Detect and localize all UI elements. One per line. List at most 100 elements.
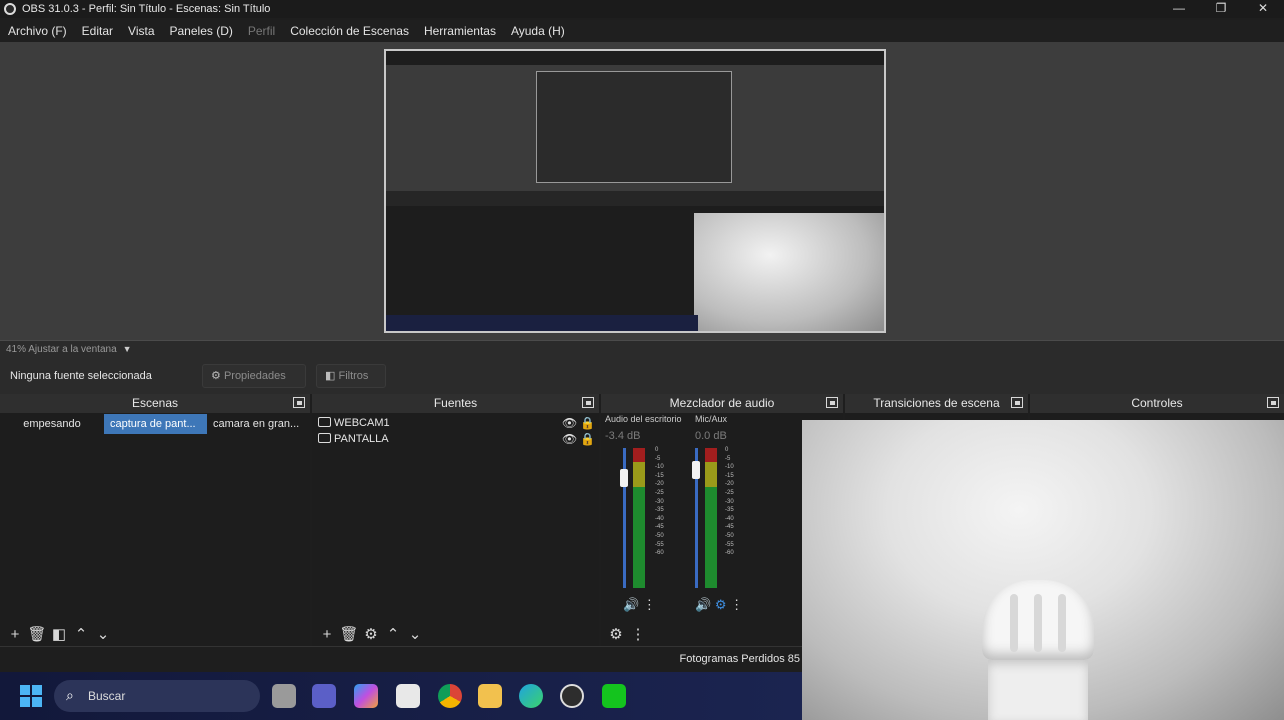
windows-taskbar: ⌕ Buscar: [0, 672, 802, 720]
taskbar-search[interactable]: ⌕ Buscar: [54, 680, 260, 712]
meter-scale-tick: -45: [725, 524, 734, 531]
obs-logo-icon: [4, 3, 16, 15]
more-options-icon[interactable]: ⋮: [643, 597, 656, 612]
controls-dock-header: Controles: [1030, 394, 1284, 413]
filters-label: Filtros: [338, 370, 369, 382]
teams-icon[interactable]: [312, 684, 336, 708]
scene-filters-icon[interactable]: ◧: [48, 625, 70, 643]
meter-scale-tick: -30: [655, 498, 664, 505]
meter-scale-tick: -35: [655, 507, 664, 514]
source-item[interactable]: PANTALLA 👁 🔒: [312, 431, 599, 447]
meter-scale-tick: -25: [725, 489, 734, 496]
restore-button[interactable]: ❐: [1200, 0, 1242, 18]
undock-icon[interactable]: [582, 397, 594, 408]
scene-item[interactable]: empesando: [0, 414, 104, 434]
fader-handle[interactable]: [692, 460, 700, 479]
menu-editar[interactable]: Editar: [82, 24, 113, 38]
move-up-icon[interactable]: ⌃: [382, 625, 404, 643]
microsoft-store-icon[interactable]: [396, 684, 420, 708]
properties-button[interactable]: ⚙ Propiedades: [202, 364, 306, 388]
recursive-preview-menu: [386, 51, 884, 65]
undock-icon[interactable]: [826, 397, 838, 408]
chevron-down-icon[interactable]: ▼: [123, 344, 132, 354]
undock-icon[interactable]: [1267, 397, 1279, 408]
menu-perfil[interactable]: Perfil: [248, 24, 275, 38]
menu-paneles[interactable]: Paneles (D): [170, 24, 233, 38]
camera-icon: [318, 417, 331, 427]
gear-icon[interactable]: ⚙: [715, 597, 727, 612]
mixer-channel-desktop: Audio del escritorio -3.4 dB: [605, 414, 682, 442]
meter-scale-tick: -25: [655, 489, 664, 496]
lock-icon[interactable]: 🔒: [580, 415, 595, 431]
trash-icon[interactable]: 🗑: [338, 625, 360, 643]
zoom-label: 41% Ajustar a la ventana: [6, 344, 117, 355]
meter-scale-tick: -20: [655, 481, 664, 488]
meter-scale-tick: 0: [725, 447, 729, 453]
fader-handle[interactable]: [620, 469, 628, 488]
menu-bar: Archivo (F) Editar Vista Paneles (D) Per…: [0, 20, 1284, 42]
kick-app-icon[interactable]: [602, 684, 626, 708]
scene-item-active[interactable]: captura de pant...: [104, 414, 207, 434]
move-down-icon[interactable]: ⌄: [404, 625, 426, 643]
more-options-icon[interactable]: ⋮: [627, 625, 649, 643]
sources-dock: Fuentes WEBCAM1 👁 🔒 PANTALLA 👁 🔒 + 🗑 ⚙ ⌃…: [312, 394, 599, 646]
undock-icon[interactable]: [1011, 397, 1023, 408]
preview-canvas[interactable]: [384, 49, 886, 333]
scenes-title: Escenas: [131, 396, 179, 410]
task-view-icon[interactable]: [272, 684, 296, 708]
audio-meter-mic: [705, 448, 717, 588]
webcam-overlay: [802, 420, 1284, 720]
advanced-audio-icon[interactable]: ⚙: [605, 625, 627, 643]
edge-icon[interactable]: [519, 684, 543, 708]
add-source-icon[interactable]: +: [316, 626, 338, 643]
meter-scale-tick: -30: [725, 498, 734, 505]
speaker-icon[interactable]: 🔊: [623, 597, 639, 612]
lock-icon[interactable]: 🔒: [580, 431, 595, 447]
filters-button[interactable]: ◧ Filtros: [316, 364, 386, 388]
channel-name: Audio del escritorio: [605, 414, 682, 424]
chair-image: [982, 580, 1094, 720]
mixer-title: Mezclador de audio: [669, 396, 775, 410]
scene-item[interactable]: camara en gran...: [207, 414, 310, 434]
move-down-icon[interactable]: ⌄: [92, 625, 114, 643]
close-button[interactable]: ✕: [1242, 0, 1284, 18]
source-item[interactable]: WEBCAM1 👁 🔒: [312, 415, 599, 431]
mixer-dock-header: Mezclador de audio: [601, 394, 843, 413]
gear-icon[interactable]: ⚙: [360, 625, 382, 643]
transitions-title: Transiciones de escena: [873, 396, 1000, 410]
mixer-channel-mic: Mic/Aux 0.0 dB: [695, 414, 727, 442]
scenes-dock: Escenas empesando captura de pant... cam…: [0, 394, 310, 646]
move-up-icon[interactable]: ⌃: [70, 625, 92, 643]
meter-scale-tick: -20: [725, 481, 734, 488]
speaker-icon[interactable]: 🔊: [695, 597, 711, 612]
meter-scale-tick: -10: [655, 464, 664, 471]
zoom-indicator[interactable]: 41% Ajustar a la ventana ▼: [0, 340, 1284, 358]
menu-coleccion-escenas[interactable]: Colección de Escenas: [290, 24, 409, 38]
add-scene-icon[interactable]: +: [4, 626, 26, 643]
menu-herramientas[interactable]: Herramientas: [424, 24, 496, 38]
meter-scale-tick: -45: [655, 524, 664, 531]
scenes-dock-header: Escenas: [0, 394, 310, 413]
undock-icon[interactable]: [293, 397, 305, 408]
menu-archivo[interactable]: Archivo (F): [8, 24, 67, 38]
mixer-controls-mic: 🔊 ⚙ ⋮: [695, 597, 743, 613]
minimize-button[interactable]: —: [1158, 0, 1200, 18]
meter-scale-tick: -50: [655, 532, 664, 539]
sources-dock-header: Fuentes: [312, 394, 599, 413]
recursive-preview-inner: [536, 71, 732, 183]
meter-scale-tick: -15: [655, 472, 664, 479]
windows-start-icon[interactable]: [20, 685, 42, 707]
eye-icon[interactable]: 👁: [562, 415, 577, 431]
obs-taskbar-icon[interactable]: [560, 684, 584, 708]
copilot-icon[interactable]: [354, 684, 378, 708]
controls-title: Controles: [1131, 396, 1183, 410]
menu-ayuda[interactable]: Ayuda (H): [511, 24, 565, 38]
trash-icon[interactable]: 🗑: [26, 625, 48, 643]
more-options-icon[interactable]: ⋮: [730, 597, 743, 612]
scenes-toolbar: + 🗑 ◧ ⌃ ⌄: [0, 622, 310, 646]
file-explorer-icon[interactable]: [478, 684, 502, 708]
chrome-icon[interactable]: [438, 684, 462, 708]
eye-icon[interactable]: 👁: [562, 431, 577, 447]
menu-vista[interactable]: Vista: [128, 24, 154, 38]
meter-scale-tick: -5: [655, 455, 661, 462]
